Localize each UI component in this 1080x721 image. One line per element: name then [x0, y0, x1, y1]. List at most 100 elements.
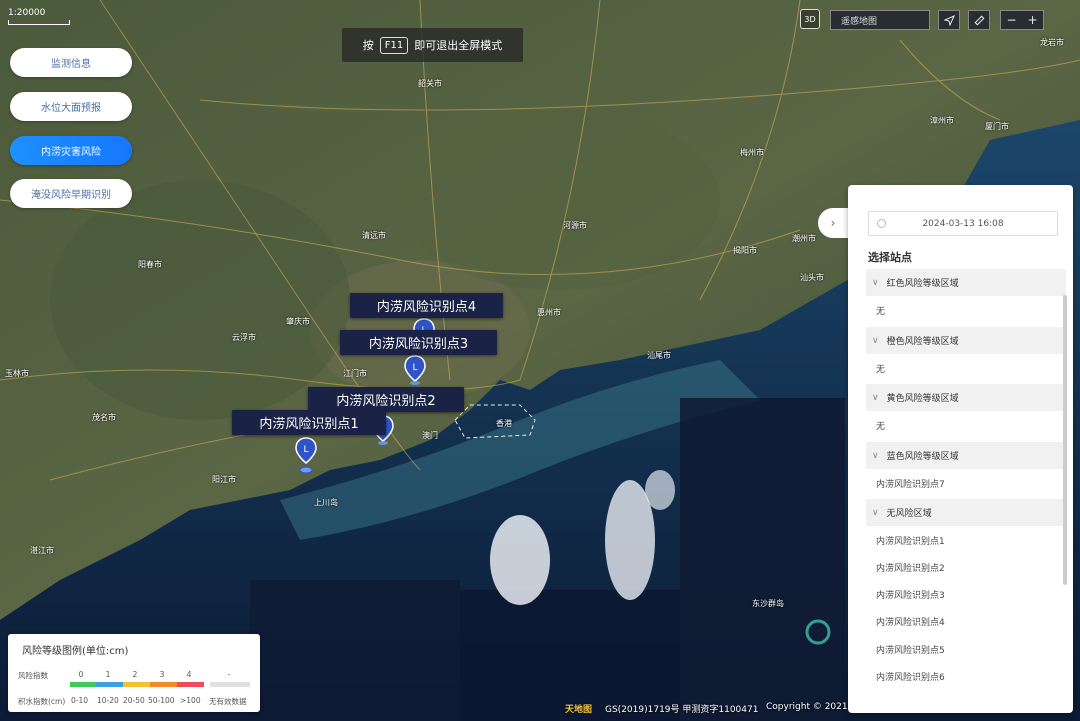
marker-label-4[interactable]: 内涝风险识别点4 [350, 293, 503, 318]
svg-text:L: L [412, 363, 417, 373]
legend-range: 无有效数据 [209, 697, 247, 706]
city-label: 惠州市 [537, 308, 561, 317]
city-label: 阳春市 [138, 260, 162, 269]
city-label: 龙岩市 [1040, 38, 1064, 47]
chevron-down-icon: ∨ [872, 335, 879, 346]
layer-select[interactable]: 遥感地图 [830, 10, 930, 30]
datetime-value: 2024-03-13 16:08 [922, 218, 1004, 229]
city-label: 玉林市 [5, 369, 29, 378]
station-item[interactable]: 内涝风险识别点2 [876, 561, 945, 574]
panel-scrollbar[interactable] [1063, 295, 1067, 585]
legend-color-orange [150, 682, 177, 687]
marker-label-1[interactable]: 内涝风险识别点1 [232, 410, 386, 435]
zoom-in-button[interactable]: + [1022, 11, 1043, 29]
city-label: 江门市 [343, 369, 367, 378]
city-label: 云浮市 [232, 333, 256, 342]
risk-legend: 风险等级图例(单位:cm) 风险指数 积水指数(cm) 0 1 2 3 4 - … [8, 634, 260, 712]
scale-bar [8, 20, 70, 25]
station-item[interactable]: 内涝风险识别点1 [876, 534, 945, 547]
zoom-out-button[interactable]: − [1001, 11, 1022, 29]
marker-pin-3[interactable]: L [404, 355, 426, 385]
group-red[interactable]: ∨ 红色风险等级区域 [866, 269, 1066, 296]
legend-color-blue [96, 682, 123, 687]
svg-text:L: L [303, 445, 308, 455]
fullscreen-hint: 按 F11 即可退出全屏模式 [342, 28, 523, 62]
legend-range: >100 [180, 696, 201, 705]
map-logo: 天地图 [565, 705, 593, 715]
map-scale: 1:20000 [8, 8, 70, 25]
chevron-down-icon: ∨ [872, 507, 879, 518]
station-item[interactable]: 内涝风险识别点3 [876, 588, 945, 601]
menu-label: 内涝灾害风险 [41, 147, 101, 158]
legend-risk-index-label: 风险指数 [18, 671, 48, 680]
city-label: 阳江市 [212, 475, 236, 484]
view-3d-button[interactable]: 3D [800, 9, 820, 29]
city-label: 上川岛 [314, 498, 338, 507]
legend-index: 3 [159, 670, 165, 679]
menu-monitor-info[interactable]: 监测信息 [10, 48, 132, 77]
city-label: 东沙群岛 [752, 599, 784, 608]
group-name: 红色风险等级区域 [886, 279, 959, 289]
map-approval-number: GS(2019)1719号 甲测资字1100471 [605, 705, 759, 715]
legend-color-red [177, 682, 204, 687]
group-yellow[interactable]: ∨ 黄色风险等级区域 [866, 384, 1066, 411]
datetime-picker[interactable]: 2024-03-13 16:08 [868, 211, 1058, 236]
city-label: 揭阳市 [733, 246, 757, 255]
city-label: 韶关市 [418, 79, 442, 88]
city-label: 澳门 [422, 431, 438, 440]
chevron-down-icon: ∨ [872, 392, 879, 403]
list-item: 无 [876, 422, 886, 432]
station-item[interactable]: 内涝风险识别点5 [876, 643, 945, 656]
zoom-controls: − + [1000, 10, 1044, 30]
city-label: 漳州市 [930, 116, 954, 125]
chevron-right-icon: › [830, 216, 836, 230]
menu-flood-early-identification[interactable]: 淹没风险早期识别 [10, 179, 132, 208]
scale-label: 1:20000 [8, 8, 46, 18]
legend-color-green [70, 682, 96, 687]
group-name: 蓝色风险等级区域 [886, 452, 959, 462]
legend-range: 10-20 [97, 696, 119, 705]
group-name: 橙色风险等级区域 [886, 337, 959, 347]
legend-range: 50-100 [148, 696, 175, 705]
station-item[interactable]: 内涝风险识别点4 [876, 615, 945, 628]
city-label: 肇庆市 [286, 317, 310, 326]
menu-water-level-forecast[interactable]: 水位大面预报 [10, 92, 132, 121]
ruler-icon[interactable] [968, 10, 990, 30]
hint-suffix: 即可退出全屏模式 [414, 39, 503, 52]
locate-icon[interactable] [938, 10, 960, 30]
city-label: 河源市 [563, 221, 587, 230]
f11-key: F11 [379, 36, 409, 54]
chevron-down-icon: ∨ [872, 277, 879, 288]
marker-pin-base-1 [299, 466, 313, 474]
group-name: 无风险区域 [886, 509, 932, 519]
menu-label: 监测信息 [51, 59, 91, 70]
legend-range: 20-50 [123, 696, 145, 705]
city-label: 茂名市 [92, 413, 116, 422]
marker-label-3[interactable]: 内涝风险识别点3 [340, 330, 497, 355]
legend-title: 风险等级图例(单位:cm) [22, 646, 129, 657]
group-name: 黄色风险等级区域 [886, 394, 959, 404]
legend-color-yellow [123, 682, 150, 687]
panel-collapse-button[interactable]: › [818, 208, 848, 238]
city-label: 汕尾市 [647, 351, 671, 360]
legend-index: 1 [105, 670, 111, 679]
legend-color-nodata [210, 682, 250, 687]
legend-index: 0 [78, 670, 84, 679]
menu-waterlogging-risk[interactable]: 内涝灾害风险 [10, 136, 132, 165]
city-label: 湛江市 [30, 546, 54, 555]
legend-index: 2 [132, 670, 138, 679]
clock-icon [877, 219, 886, 228]
group-orange[interactable]: ∨ 橙色风险等级区域 [866, 327, 1066, 354]
marker-label-2[interactable]: 内涝风险识别点2 [308, 387, 464, 412]
legend-index: 4 [186, 670, 192, 679]
station-item[interactable]: 内涝风险识别点6 [876, 670, 945, 683]
station-panel: 2024-03-13 16:08 选择站点 ∨ 红色风险等级区域 无 ∨ 橙色风… [848, 185, 1073, 713]
hint-prefix: 按 [362, 39, 374, 52]
group-no-risk[interactable]: ∨ 无风险区域 [866, 499, 1066, 526]
station-item[interactable]: 内涝风险识别点7 [876, 477, 945, 490]
group-blue[interactable]: ∨ 蓝色风险等级区域 [866, 442, 1066, 469]
city-label: 梅州市 [740, 148, 764, 157]
city-label: 厦门市 [985, 122, 1009, 131]
city-label: 潮州市 [792, 234, 816, 243]
city-label: 汕头市 [800, 273, 824, 282]
